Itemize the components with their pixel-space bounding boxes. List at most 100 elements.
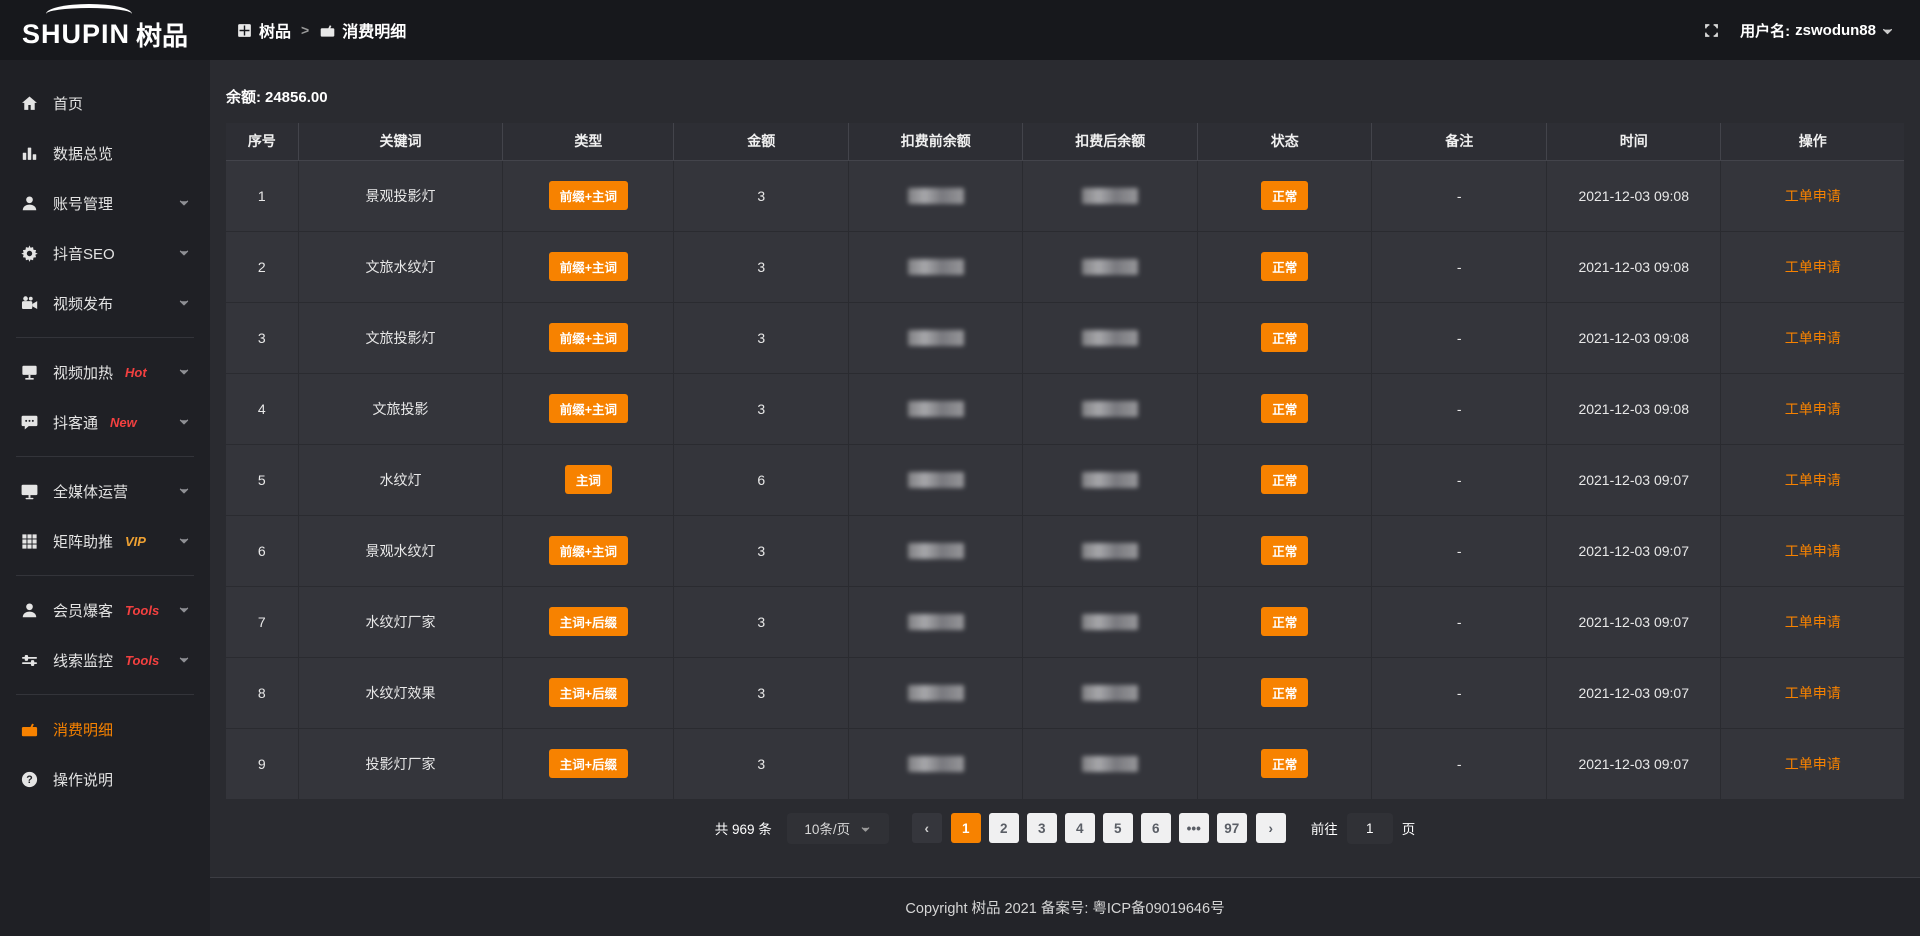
page-size-value: 10条/页 (804, 818, 850, 838)
type-badge: 前缀+主词 (549, 181, 628, 210)
page-button-4[interactable]: 4 (1065, 813, 1095, 843)
cell-index: 6 (226, 515, 298, 586)
column-header: 类型 (503, 123, 674, 160)
cell-balance-before (848, 515, 1023, 586)
logo-text-cn: 树品 (136, 16, 188, 53)
cell-index: 5 (226, 444, 298, 515)
sidebar-item-user-9[interactable]: 会员爆客Tools (0, 585, 210, 635)
page-button-3[interactable]: 3 (1027, 813, 1057, 843)
page-button-5[interactable]: 5 (1103, 813, 1133, 843)
svg-text:?: ? (26, 774, 33, 786)
sidebar-item-label: 抖音SEO (53, 243, 115, 264)
work-order-link[interactable]: 工单申请 (1785, 685, 1841, 701)
sidebar-item-chat-6[interactable]: 抖客通New (0, 397, 210, 447)
sidebar-item-video-4[interactable]: 视频发布 (0, 278, 210, 328)
total-count: 共 969 条 (715, 818, 772, 838)
sidebar-item-gear-3[interactable]: 抖音SEO (0, 228, 210, 278)
page-button-6[interactable]: 6 (1141, 813, 1171, 843)
cell-keyword: 景观投影灯 (298, 160, 503, 231)
goto-label: 前往 (1311, 818, 1338, 838)
balance-label: 余额: (226, 89, 261, 106)
sidebar: 首页数据总览账号管理抖音SEO 视频发布视频加热Hot抖客通New 全媒体运营矩阵助… (0, 60, 210, 936)
page-buttons: 123456 ••• 97 (951, 813, 1247, 843)
masked-balance (1082, 401, 1138, 417)
work-order-link[interactable]: 工单申请 (1785, 614, 1841, 630)
status-badge: 正常 (1261, 394, 1308, 423)
cell-index: 9 (226, 728, 298, 799)
work-order-link[interactable]: 工单申请 (1785, 259, 1841, 275)
work-order-link[interactable]: 工单申请 (1785, 756, 1841, 772)
cell-type: 前缀+主词 (503, 302, 674, 373)
cell-time: 2021-12-03 09:07 (1546, 657, 1721, 728)
cell-action: 工单申请 (1721, 586, 1904, 657)
cell-remark: - (1372, 302, 1547, 373)
cell-balance-after (1023, 515, 1198, 586)
work-order-link[interactable]: 工单申请 (1785, 401, 1841, 417)
masked-balance (908, 685, 964, 701)
status-badge: 正常 (1261, 323, 1308, 352)
type-badge: 主词 (565, 465, 612, 494)
masked-balance (1082, 756, 1138, 772)
cell-balance-before (848, 231, 1023, 302)
column-header: 扣费后余额 (1023, 123, 1198, 160)
masked-balance (908, 330, 964, 346)
breadcrumb-item-home[interactable]: 树品 (236, 18, 291, 42)
table-row: 3文旅投影灯前缀+主词3正常-2021-12-03 09:08工单申请 (226, 302, 1904, 373)
consumption-table-wrap: 序号关键词类型金额扣费前余额扣费后余额状态备注时间操作 1景观投影灯前缀+主词3… (226, 123, 1904, 800)
column-header: 关键词 (298, 123, 503, 160)
next-page-button[interactable]: › (1256, 813, 1286, 843)
column-header: 金额 (674, 123, 849, 160)
username: zswodun88 (1795, 22, 1876, 39)
sidebar-item-user-2[interactable]: 账号管理 (0, 178, 210, 228)
masked-balance (1082, 472, 1138, 488)
page-button-1[interactable]: 1 (951, 813, 981, 843)
sidebar-item-home-0[interactable]: 首页 (0, 78, 210, 128)
question-icon: ? (20, 770, 39, 789)
work-order-link[interactable]: 工单申请 (1785, 330, 1841, 346)
page-size-select[interactable]: 10条/页 (787, 813, 889, 844)
cell-status: 正常 (1197, 373, 1372, 444)
sidebar-item-sliders-10[interactable]: 线索监控Tools (0, 635, 210, 685)
home-icon (20, 94, 39, 113)
page-button-97[interactable]: 97 (1217, 813, 1247, 843)
cell-index: 8 (226, 657, 298, 728)
status-badge: 正常 (1261, 252, 1308, 281)
work-order-link[interactable]: 工单申请 (1785, 472, 1841, 488)
prev-page-button[interactable]: ‹ (912, 813, 942, 843)
type-badge: 前缀+主词 (549, 394, 628, 423)
status-badge: 正常 (1261, 465, 1308, 494)
sidebar-item-label: 视频发布 (53, 293, 113, 314)
goto-page-input[interactable] (1347, 813, 1393, 844)
sidebar-item-label: 全媒体运营 (53, 481, 128, 502)
cell-balance-before (848, 444, 1023, 515)
sidebar-item-bar-chart-1[interactable]: 数据总览 (0, 128, 210, 178)
sidebar-item-label: 视频加热 (53, 362, 113, 383)
cell-status: 正常 (1197, 302, 1372, 373)
sidebar-item-wallet-11[interactable]: 消费明细 (0, 704, 210, 754)
page-ellipsis-button[interactable]: ••• (1179, 813, 1209, 843)
status-badge: 正常 (1261, 678, 1308, 707)
sidebar-item-tag: Tools (125, 603, 159, 618)
prev-icon: ‹ (925, 821, 930, 836)
work-order-link[interactable]: 工单申请 (1785, 188, 1841, 204)
cell-remark: - (1372, 444, 1547, 515)
work-order-link[interactable]: 工单申请 (1785, 543, 1841, 559)
cell-index: 7 (226, 586, 298, 657)
chevron-down-icon (178, 297, 190, 309)
cell-status: 正常 (1197, 515, 1372, 586)
user-menu[interactable]: 用户名: zswodun88 (1740, 20, 1894, 41)
cell-balance-after (1023, 373, 1198, 444)
sidebar-item-question-12[interactable]: ?操作说明 (0, 754, 210, 804)
screen-icon (20, 363, 39, 382)
cell-time: 2021-12-03 09:07 (1546, 728, 1721, 799)
bar-chart-icon (20, 144, 39, 163)
sidebar-item-screen-5[interactable]: 视频加热Hot (0, 347, 210, 397)
cell-action: 工单申请 (1721, 302, 1904, 373)
sidebar-item-tag: VIP (125, 534, 146, 549)
sidebar-item-grid-8[interactable]: 矩阵助推VIP (0, 516, 210, 566)
fullscreen-icon[interactable] (1703, 22, 1720, 39)
sidebar-item-monitor-7[interactable]: 全媒体运营 (0, 466, 210, 516)
breadcrumb-item-current[interactable]: 消费明细 (319, 18, 406, 42)
masked-balance (908, 401, 964, 417)
page-button-2[interactable]: 2 (989, 813, 1019, 843)
